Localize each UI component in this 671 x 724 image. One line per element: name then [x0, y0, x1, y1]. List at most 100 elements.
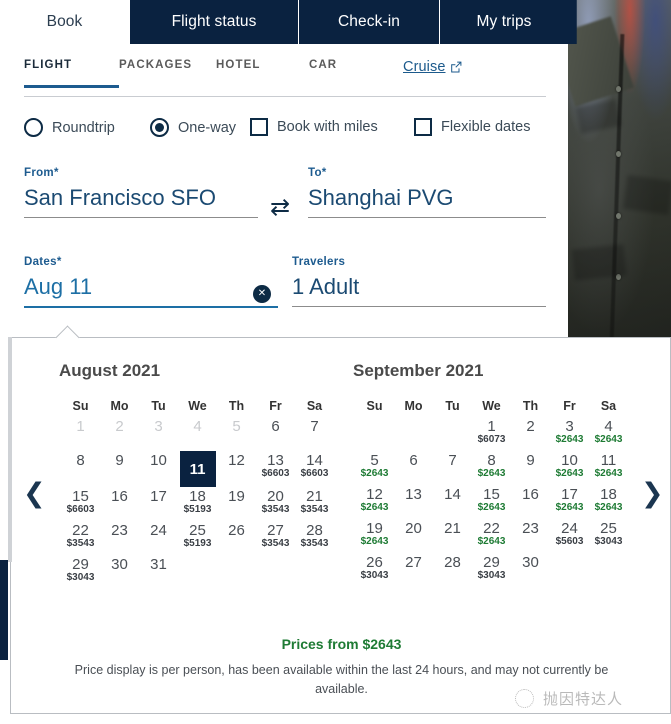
travelers-field[interactable]: Travelers 1 Adult: [292, 256, 546, 307]
day-cell[interactable]: 17: [139, 487, 178, 521]
day-cell[interactable]: 23: [511, 519, 550, 553]
option-flexible-dates-label: Flexible dates: [441, 119, 531, 135]
day-cell[interactable]: 24: [139, 521, 178, 555]
option-roundtrip[interactable]: Roundtrip: [24, 118, 115, 137]
day-cell[interactable]: 16: [511, 485, 550, 519]
day-price: $2643: [477, 536, 506, 547]
clear-dates-icon[interactable]: ✕: [253, 285, 271, 303]
tab-book[interactable]: Book: [0, 0, 129, 44]
radio-one-way-icon[interactable]: [150, 118, 169, 137]
day-cell[interactable]: 4 $2643: [589, 417, 628, 451]
tab-check-in-label: Check-in: [338, 13, 400, 30]
day-cell[interactable]: 14 $6603: [295, 451, 334, 485]
radio-roundtrip-icon[interactable]: [24, 118, 43, 137]
day-cell[interactable]: 1 $6073: [472, 417, 511, 451]
tab-flight[interactable]: FLIGHT: [24, 59, 119, 88]
day-number: 17: [561, 486, 578, 503]
day-cell[interactable]: 10 $2643: [550, 451, 589, 485]
day-cell[interactable]: 17 $2643: [550, 485, 589, 519]
day-number: 20: [405, 520, 422, 537]
tab-check-in[interactable]: Check-in: [298, 0, 439, 44]
day-cell[interactable]: 28 $3543: [295, 521, 334, 555]
day-cell[interactable]: 15 $2643: [472, 485, 511, 519]
day-cell[interactable]: 14: [433, 485, 472, 519]
day-cell[interactable]: 11 $2643: [589, 451, 628, 485]
dates-field[interactable]: Dates* Aug 11: [24, 256, 278, 308]
day-cell[interactable]: 7: [433, 451, 472, 485]
tab-cruise[interactable]: Cruise: [403, 59, 462, 75]
day-cell[interactable]: 22 $3543: [61, 521, 100, 555]
tab-car[interactable]: CAR: [309, 59, 403, 85]
day-cell[interactable]: 26: [217, 521, 256, 555]
day-cell[interactable]: 31: [139, 555, 178, 589]
day-cell[interactable]: 6: [256, 417, 295, 451]
day-cell[interactable]: 21: [433, 519, 472, 553]
from-field[interactable]: From* San Francisco SFO: [24, 167, 258, 218]
day-cell[interactable]: 8 $2643: [472, 451, 511, 485]
day-cell[interactable]: 18 $5193: [178, 487, 217, 521]
day-cell[interactable]: 26 $3043: [355, 553, 394, 587]
day-cell[interactable]: 15 $6603: [61, 487, 100, 521]
day-cell[interactable]: 27 $3543: [256, 521, 295, 555]
day-number: 23: [111, 522, 128, 539]
checkbox-book-with-miles-icon[interactable]: [250, 118, 268, 136]
day-cell[interactable]: 13: [394, 485, 433, 519]
day-price: $3543: [66, 538, 95, 549]
option-flexible-dates[interactable]: Flexible dates: [414, 118, 530, 136]
to-value[interactable]: Shanghai PVG: [308, 185, 546, 211]
day-cell[interactable]: 2: [511, 417, 550, 451]
day-cell[interactable]: 7: [295, 417, 334, 451]
day-number: 27: [405, 554, 422, 571]
day-cell[interactable]: 5 $2643: [355, 451, 394, 485]
to-field[interactable]: To* Shanghai PVG: [308, 167, 546, 218]
day-cell: 4: [178, 417, 217, 451]
scrollbar-track[interactable]: [8, 337, 12, 562]
day-cell[interactable]: 18 $2643: [589, 485, 628, 519]
day-cell[interactable]: 6: [394, 451, 433, 485]
day-cell[interactable]: 22 $2643: [472, 519, 511, 553]
day-cell[interactable]: 30: [511, 553, 550, 587]
day-cell[interactable]: 20 $3543: [256, 487, 295, 521]
day-cell[interactable]: 24 $5603: [550, 519, 589, 553]
swap-airports-icon[interactable]: ⇄: [270, 196, 290, 220]
from-value[interactable]: San Francisco SFO: [24, 185, 258, 211]
day-cell[interactable]: 19 $2643: [355, 519, 394, 553]
day-price: $3043: [66, 572, 95, 583]
day-cell[interactable]: 25 $3043: [589, 519, 628, 553]
day-cell[interactable]: 19: [217, 487, 256, 521]
tab-my-trips[interactable]: My trips: [439, 0, 568, 44]
day-cell[interactable]: 9: [511, 451, 550, 485]
day-cell[interactable]: 12 $2643: [355, 485, 394, 519]
tab-packages[interactable]: PACKAGES: [119, 59, 216, 85]
day-cell[interactable]: 23: [100, 521, 139, 555]
day-cell[interactable]: 21 $3543: [295, 487, 334, 521]
checkbox-flexible-dates-icon[interactable]: [414, 118, 432, 136]
external-link-icon: [450, 61, 462, 73]
day-cell[interactable]: 20: [394, 519, 433, 553]
day-cell[interactable]: 30: [100, 555, 139, 589]
day-number: 1: [76, 418, 85, 435]
day-cell[interactable]: 13 $6603: [256, 451, 295, 485]
weekday-header: Mo: [404, 399, 423, 413]
travelers-value[interactable]: 1 Adult: [292, 274, 546, 300]
day-cell[interactable]: 29 $3043: [472, 553, 511, 587]
day-cell-selected[interactable]: 11: [179, 451, 216, 487]
dates-value[interactable]: Aug 11: [24, 274, 278, 300]
day-cell[interactable]: 29 $3043: [61, 555, 100, 589]
day-cell[interactable]: 3 $2643: [550, 417, 589, 451]
option-one-way[interactable]: One-way: [150, 118, 236, 137]
day-cell[interactable]: 25 $5193: [178, 521, 217, 555]
day-cell[interactable]: 8: [61, 451, 100, 485]
tab-hotel[interactable]: HOTEL: [216, 59, 309, 85]
day-cell[interactable]: 10: [139, 451, 178, 485]
day-cell[interactable]: 28: [433, 553, 472, 587]
day-cell-empty: [433, 417, 472, 451]
day-number: 27: [267, 522, 284, 539]
option-book-with-miles[interactable]: Book with miles: [250, 118, 378, 136]
day-number: 9: [115, 452, 124, 469]
day-cell[interactable]: 12: [217, 451, 256, 485]
day-cell[interactable]: 27: [394, 553, 433, 587]
day-cell[interactable]: 9: [100, 451, 139, 485]
day-cell[interactable]: 16: [100, 487, 139, 521]
tab-flight-status[interactable]: Flight status: [129, 0, 298, 44]
